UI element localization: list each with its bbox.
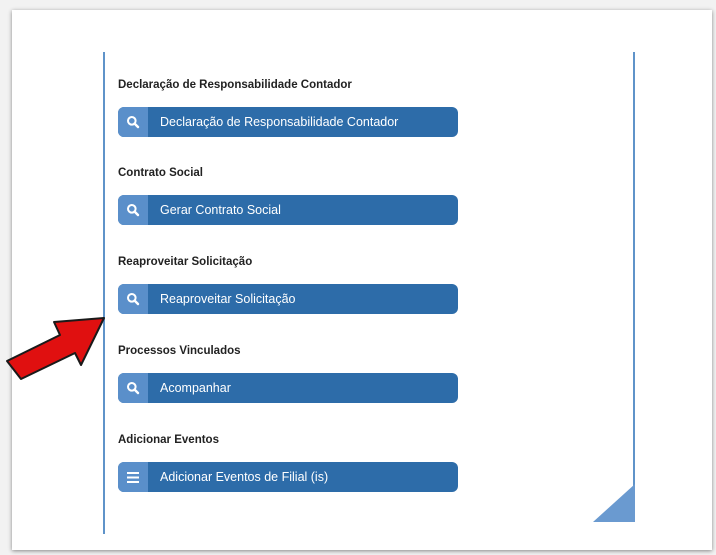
- corner-triangle: [593, 484, 635, 522]
- search-icon: [118, 373, 148, 403]
- section-title-adicionar-eventos: Adicionar Eventos: [118, 434, 219, 446]
- button-label: Reaproveitar Solicitação: [160, 292, 296, 306]
- section-title-contrato-social: Contrato Social: [118, 167, 203, 179]
- search-icon: [118, 284, 148, 314]
- left-border-line: [103, 52, 105, 534]
- section-title-reaproveitar: Reaproveitar Solicitação: [118, 256, 253, 268]
- button-label: Declaração de Responsabilidade Contador: [160, 115, 399, 129]
- declaracao-responsabilidade-button[interactable]: Declaração de Responsabilidade Contador: [118, 107, 458, 137]
- section-title-processos-vinculados: Processos Vinculados: [118, 345, 241, 357]
- adicionar-eventos-filial-button[interactable]: Adicionar Eventos de Filial (is): [118, 462, 458, 492]
- button-label: Adicionar Eventos de Filial (is): [160, 470, 329, 484]
- panel-card: Declaração de Responsabilidade Contador …: [12, 10, 712, 550]
- acompanhar-button[interactable]: Acompanhar: [118, 373, 458, 403]
- right-border-line: [633, 52, 635, 522]
- reaproveitar-solicitacao-button[interactable]: Reaproveitar Solicitação: [118, 284, 458, 314]
- search-icon: [118, 107, 148, 137]
- menu-icon: [118, 462, 148, 492]
- section-title-declaracao: Declaração de Responsabilidade Contador: [118, 79, 352, 91]
- button-label: Gerar Contrato Social: [160, 203, 281, 217]
- red-arrow-annotation: [6, 317, 105, 380]
- gerar-contrato-social-button[interactable]: Gerar Contrato Social: [118, 195, 458, 225]
- search-icon: [118, 195, 148, 225]
- button-label: Acompanhar: [160, 381, 231, 395]
